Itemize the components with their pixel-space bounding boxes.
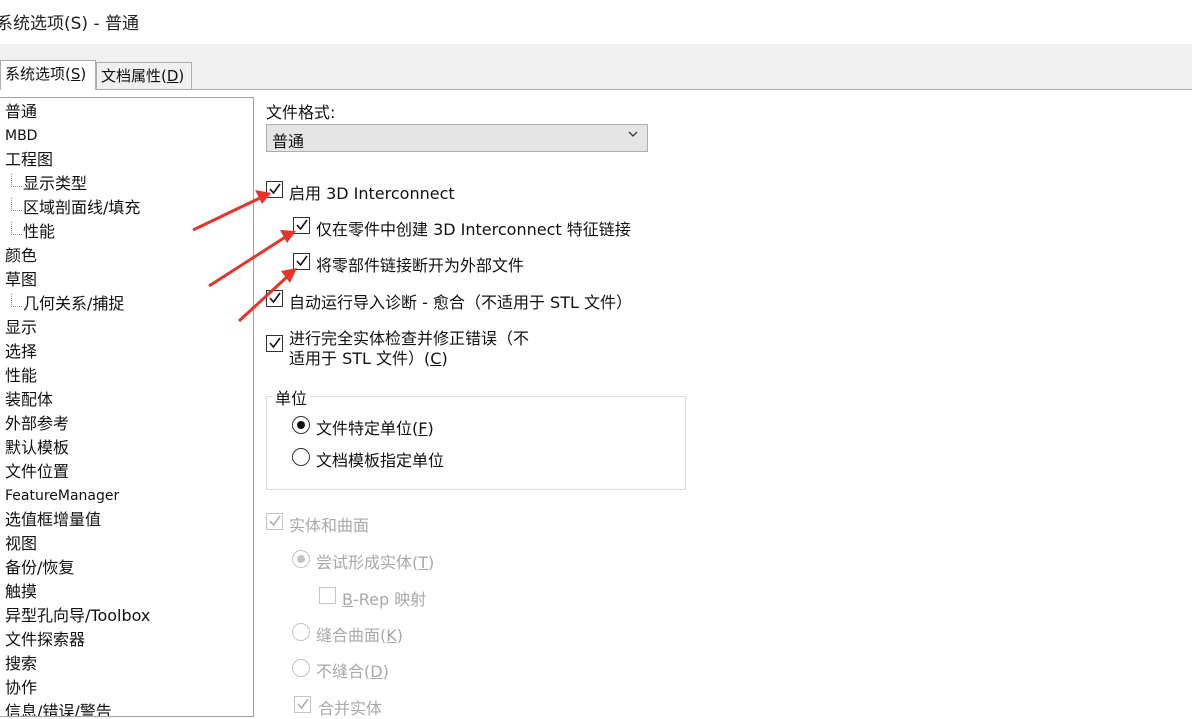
tree-item-sketch[interactable]: 草图 — [5, 268, 37, 292]
break-links-label[interactable]: 将零部件链接断开为外部文件 — [316, 252, 524, 276]
checkmark-icon — [269, 337, 281, 349]
tree-connector — [11, 294, 22, 307]
brep-mapping-checkbox[interactable] — [319, 587, 336, 604]
enable-3d-interconnect-label[interactable]: 启用 3D Interconnect — [289, 180, 455, 204]
brep-mapping-label[interactable]: B-Rep 映射 — [342, 586, 426, 610]
tree-item-mbd[interactable]: MBD — [5, 124, 37, 148]
tree-item-backup-recover[interactable]: 备份/恢复 — [5, 556, 74, 580]
window-title: 系统选项(S) - 普通 — [0, 14, 139, 34]
tree-item-default-templates[interactable]: 默认模板 — [5, 436, 69, 460]
units-group-title: 单位 — [272, 385, 311, 409]
break-links-checkbox[interactable] — [293, 253, 310, 270]
file-specific-units-radio[interactable] — [292, 416, 310, 434]
auto-diagnose-checkbox[interactable] — [266, 290, 283, 307]
tab-system-options[interactable]: 系统选项(S) — [0, 60, 96, 90]
units-group — [266, 396, 686, 490]
checkmark-icon — [269, 183, 281, 195]
title-bar: 系统选项(S) - 普通 — [0, 0, 1192, 45]
tree-item-featuremanager[interactable]: FeatureManager — [5, 484, 119, 508]
try-form-solid-label[interactable]: 尝试形成实体(T) — [316, 549, 434, 573]
checkmark-icon — [297, 698, 309, 710]
knit-surfaces-radio[interactable] — [292, 623, 310, 641]
tree-item-messages-errors-warnings[interactable]: 信息/错误/警告 — [5, 700, 112, 716]
knit-surfaces-label[interactable]: 缝合曲面(K) — [316, 622, 403, 646]
chevron-down-icon — [627, 128, 639, 144]
tree-item-touch[interactable]: 触摸 — [5, 580, 37, 604]
tree-item-colors[interactable]: 颜色 — [5, 244, 37, 268]
full-entity-check-label-line2[interactable]: 适用于 STL 文件）(C) — [289, 345, 448, 369]
tree-item-general[interactable]: 普通 — [5, 100, 37, 124]
solids-surfaces-checkbox[interactable] — [266, 513, 283, 530]
file-format-value: 普通 — [272, 132, 305, 151]
tree-connector — [11, 222, 22, 235]
tree-item-assemblies[interactable]: 装配体 — [5, 388, 53, 412]
checkmark-icon — [296, 255, 308, 267]
options-tree[interactable]: 普通 MBD 工程图 显示类型 区域剖面线/填充 性能 颜色 草图 几何关系/捕… — [0, 97, 254, 717]
file-specific-units-label[interactable]: 文件特定单位(F) — [316, 415, 434, 439]
tree-connector — [11, 174, 22, 187]
tree-item-spin-box-increments[interactable]: 选值框增量值 — [5, 508, 101, 532]
tree-connector — [11, 198, 22, 211]
checkmark-icon — [269, 515, 281, 527]
tree-item-view[interactable]: 视图 — [5, 532, 37, 556]
radio-dot-icon — [297, 421, 305, 429]
tree-item-performance[interactable]: 性能 — [5, 364, 37, 388]
create-links-in-parts-checkbox[interactable] — [293, 217, 310, 234]
full-entity-check-checkbox[interactable] — [266, 335, 283, 352]
tree-item-external-references[interactable]: 外部参考 — [5, 412, 69, 436]
tab-document-properties[interactable]: 文档属性(D) — [96, 62, 192, 89]
try-form-solid-radio[interactable] — [292, 550, 310, 568]
checkmark-icon — [296, 219, 308, 231]
tree-item-relations-snaps[interactable]: 几何关系/捕捉 — [23, 292, 124, 316]
tree-item-display[interactable]: 显示 — [5, 316, 37, 340]
tree-item-area-hatch[interactable]: 区域剖面线/填充 — [23, 196, 140, 220]
tree-item-file-locations[interactable]: 文件位置 — [5, 460, 69, 484]
solids-surfaces-label[interactable]: 实体和曲面 — [289, 512, 369, 536]
merge-solids-checkbox[interactable] — [294, 696, 311, 713]
tree-item-collaboration[interactable]: 协作 — [5, 676, 37, 700]
file-format-label: 文件格式: — [266, 103, 336, 122]
tree-item-file-explorer[interactable]: 文件探索器 — [5, 628, 85, 652]
file-format-dropdown[interactable]: 普通 — [266, 124, 648, 152]
do-not-knit-label[interactable]: 不缝合(D) — [316, 658, 389, 682]
template-units-label[interactable]: 文档模板指定单位 — [316, 447, 444, 471]
tree-item-search[interactable]: 搜索 — [5, 652, 37, 676]
enable-3d-interconnect-checkbox[interactable] — [266, 181, 283, 198]
merge-solids-label[interactable]: 合并实体 — [318, 695, 382, 719]
tree-item-drawing-performance[interactable]: 性能 — [23, 220, 55, 244]
auto-diagnose-label[interactable]: 自动运行导入诊断 - 愈合（不适用于 STL 文件） — [289, 289, 632, 313]
create-links-in-parts-label[interactable]: 仅在零件中创建 3D Interconnect 特征链接 — [316, 216, 631, 240]
tree-item-hole-wizard-toolbox[interactable]: 异型孔向导/Toolbox — [5, 604, 150, 628]
do-not-knit-radio[interactable] — [292, 659, 310, 677]
tree-item-display-style[interactable]: 显示类型 — [23, 172, 87, 196]
tree-item-drawings[interactable]: 工程图 — [5, 148, 53, 172]
radio-dot-icon — [297, 555, 305, 563]
tree-item-selection[interactable]: 选择 — [5, 340, 37, 364]
template-units-radio[interactable] — [292, 448, 310, 466]
checkmark-icon — [269, 292, 281, 304]
